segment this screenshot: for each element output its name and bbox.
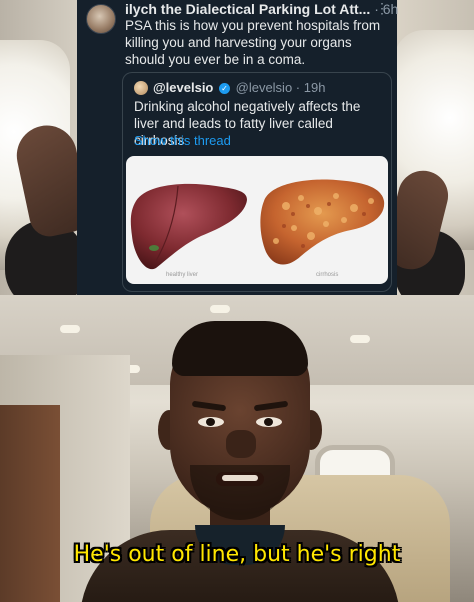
cirrhosis-liver [260, 179, 385, 265]
man-hair [172, 321, 308, 376]
man-eye [198, 417, 224, 427]
liver-comparison-image[interactable]: healthy liver cirrhosis [126, 156, 388, 284]
show-thread-link[interactable]: Show this thread [134, 133, 231, 148]
healthy-liver-caption: healthy liver [166, 272, 199, 278]
quote-tweet-card[interactable]: @levelsio ✓ @levelsio · 19h Drinking alc… [122, 72, 392, 292]
healthy-liver [130, 183, 247, 270]
ceiling-light [60, 325, 80, 333]
meme-caption: He's out of line, but he's right [73, 542, 401, 567]
tweet-header: ilych the Dialectical Parking Lot Att...… [125, 0, 398, 18]
ceiling-light [210, 305, 230, 313]
quote-handle-time: @levelsio · 19h [235, 80, 326, 95]
tweet-avatar[interactable] [86, 4, 116, 34]
verified-badge-icon: ✓ [219, 83, 230, 95]
cirrhosis-caption: cirrhosis [316, 272, 339, 278]
man-nose [226, 430, 256, 458]
quote-header: @levelsio ✓ @levelsio · 19h [153, 79, 325, 97]
tweet-card: ilych the Dialectical Parking Lot Att...… [77, 0, 398, 295]
quote-author-name: @levelsio [153, 80, 214, 95]
man-teeth [222, 475, 258, 481]
liver-illustration [130, 179, 385, 270]
tweet-text: PSA this is how you prevent hospitals fr… [125, 18, 381, 67]
top-panel: ilych the Dialectical Parking Lot Att...… [0, 0, 474, 295]
wood-panel [0, 405, 60, 602]
more-options-icon[interactable]: ⋮ [375, 0, 389, 17]
ceiling-light [350, 335, 370, 343]
tweet-author-name[interactable]: ilych the Dialectical Parking Lot Att... [125, 1, 370, 17]
quote-avatar [134, 81, 148, 95]
man-eye [256, 417, 282, 427]
